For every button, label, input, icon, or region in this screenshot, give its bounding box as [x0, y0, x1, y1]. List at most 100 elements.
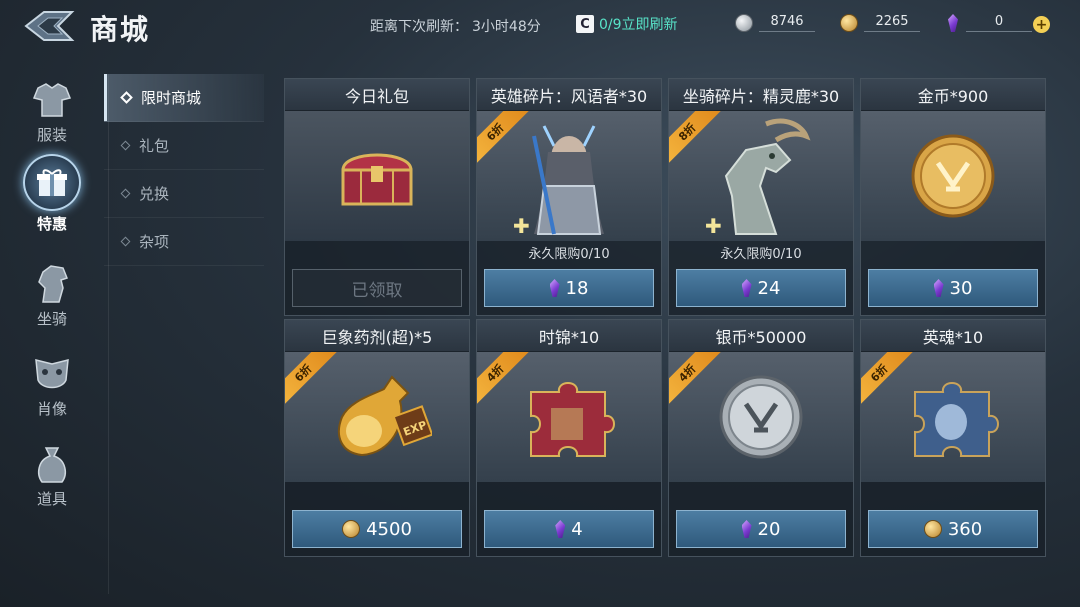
product-title: 金币*900: [861, 79, 1045, 111]
armor-icon: [30, 78, 74, 122]
purple-gem-icon: [741, 279, 752, 297]
product-title: 银币*50000: [669, 320, 853, 352]
price-value: 20: [757, 518, 781, 540]
gold-currency: 2265: [840, 14, 920, 32]
product-card[interactable]: 今日礼包 已领取: [284, 78, 470, 316]
product-art: [861, 111, 1045, 241]
discount-badge: 4折: [669, 352, 722, 408]
silver-currency: 8746: [735, 14, 815, 32]
red-puzzle-piece-icon: [530, 382, 615, 457]
subnav-misc[interactable]: 杂项: [104, 218, 264, 266]
silver-coin-icon: [719, 375, 803, 459]
buy-button[interactable]: 18: [484, 269, 654, 307]
product-card[interactable]: 时锦*10 4折 4: [476, 319, 662, 557]
buy-button[interactable]: 360: [868, 510, 1038, 548]
nav-label-mount: 坐骑: [36, 310, 67, 328]
silver-coin-icon: [735, 14, 753, 32]
exp-potion-icon: EXP: [337, 375, 432, 457]
price-value: 30: [949, 277, 973, 299]
nav-item-items[interactable]: 道具: [12, 442, 92, 522]
refresh-icon: C: [576, 15, 594, 33]
refresh-label: 距离下次刷新：: [370, 19, 468, 35]
product-art: 6折 ✚: [477, 111, 661, 241]
sub-category-list: 限时商城 礼包 兑换 杂项: [104, 74, 264, 266]
price-value: 24: [757, 277, 781, 299]
back-button[interactable]: [22, 8, 78, 44]
buy-button[interactable]: 4: [484, 510, 654, 548]
product-art: 4折: [477, 352, 661, 482]
top-bar: 商城 距离下次刷新： 3小时48分 C 0/9立即刷新 8746 2265 0 +: [0, 0, 1080, 52]
buy-button[interactable]: 30: [868, 269, 1038, 307]
nav-item-special[interactable]: 特惠: [12, 154, 92, 234]
subnav-exchange[interactable]: 兑换: [104, 170, 264, 218]
product-title: 今日礼包: [285, 79, 469, 111]
gold-coin-icon: [342, 520, 361, 538]
purple-gem-icon: [948, 14, 958, 32]
silver-value: 8746: [759, 14, 815, 32]
price-value: 4500: [366, 518, 412, 540]
gift-icon: [23, 154, 81, 211]
subnav-packs[interactable]: 礼包: [104, 122, 264, 170]
product-art: 4折: [669, 352, 853, 482]
diamond-bullet-icon: [120, 91, 133, 104]
claimed-button: 已领取: [292, 269, 462, 307]
product-title: 时锦*10: [477, 320, 661, 352]
puzzle-piece-icon: ✚: [513, 214, 530, 238]
product-title: 巨象药剂(超)*5: [285, 320, 469, 352]
purple-gem-icon: [549, 279, 560, 297]
bag-icon: [30, 442, 74, 486]
purple-gem-icon: [741, 520, 752, 538]
diamond-bullet-icon: [120, 188, 131, 199]
price-value: 360: [947, 518, 983, 540]
nav-label-items: 道具: [36, 490, 67, 508]
refresh-now-button[interactable]: C 0/9立即刷新: [576, 14, 678, 34]
purple-gem-icon: [555, 520, 566, 538]
gold-coin-icon: [923, 520, 942, 538]
add-gems-button[interactable]: +: [1033, 16, 1050, 33]
gem-value: 0: [966, 14, 1032, 32]
buy-button[interactable]: 20: [676, 510, 846, 548]
purchase-limit: 永久限购0/10: [720, 247, 802, 262]
product-card[interactable]: 英魂*10 6折 360: [860, 319, 1046, 557]
purchase-limit: 永久限购0/10: [528, 247, 610, 262]
nav-item-portrait[interactable]: 肖像: [12, 352, 92, 432]
refresh-countdown: 距离下次刷新： 3小时48分: [366, 16, 541, 36]
gold-coin-icon: [911, 134, 995, 218]
product-art: 6折: [861, 352, 1045, 482]
nav-item-costume[interactable]: 服装: [12, 78, 92, 158]
nav-label-portrait: 肖像: [36, 400, 67, 418]
purple-gem-icon: [933, 279, 944, 297]
price-value: 18: [565, 277, 589, 299]
subnav-label: 杂项: [139, 233, 170, 251]
product-card[interactable]: 英雄碎片：风语者*30 6折 ✚ 永久限购0/10 18: [476, 78, 662, 316]
horse-icon: [30, 262, 74, 306]
product-card[interactable]: 坐骑碎片：精灵鹿*30 8折 ✚ 永久限购0/10 24: [668, 78, 854, 316]
buy-button[interactable]: 24: [676, 269, 846, 307]
plus-icon: +: [1035, 16, 1048, 33]
product-title: 英魂*10: [861, 320, 1045, 352]
gem-currency: 0: [948, 14, 1032, 32]
buy-button[interactable]: 4500: [292, 510, 462, 548]
mask-icon: [30, 352, 74, 396]
refresh-time: 3小时48分: [472, 19, 541, 35]
product-grid: 今日礼包 已领取 英雄碎片：风语者*30 6折 ✚ 永久限购0/10 18 坐骑…: [284, 78, 1046, 557]
subnav-limited-shop[interactable]: 限时商城: [104, 74, 264, 122]
product-title: 英雄碎片：风语者*30: [477, 79, 661, 111]
page-title: 商城: [90, 13, 151, 46]
nav-item-mount[interactable]: 坐骑: [12, 262, 92, 342]
product-card[interactable]: 银币*50000 4折 20: [668, 319, 854, 557]
refresh-now-label: 0/9立即刷新: [599, 17, 678, 33]
product-art: [285, 111, 469, 241]
product-card[interactable]: 巨象药剂(超)*5 6折 EXP 4500: [284, 319, 470, 557]
blue-puzzle-piece-icon: [914, 382, 999, 457]
product-title: 坐骑碎片：精灵鹿*30: [669, 79, 853, 111]
subnav-label: 限时商城: [141, 89, 202, 107]
diamond-bullet-icon: [120, 140, 131, 151]
price-value: 4: [571, 518, 583, 540]
subnav-label: 兑换: [139, 185, 170, 203]
product-card[interactable]: 金币*900 30: [860, 78, 1046, 316]
treasure-chest-icon: [341, 153, 413, 206]
puzzle-piece-icon: ✚: [705, 214, 722, 238]
nav-label-special: 特惠: [36, 215, 67, 233]
gold-value: 2265: [864, 14, 920, 32]
